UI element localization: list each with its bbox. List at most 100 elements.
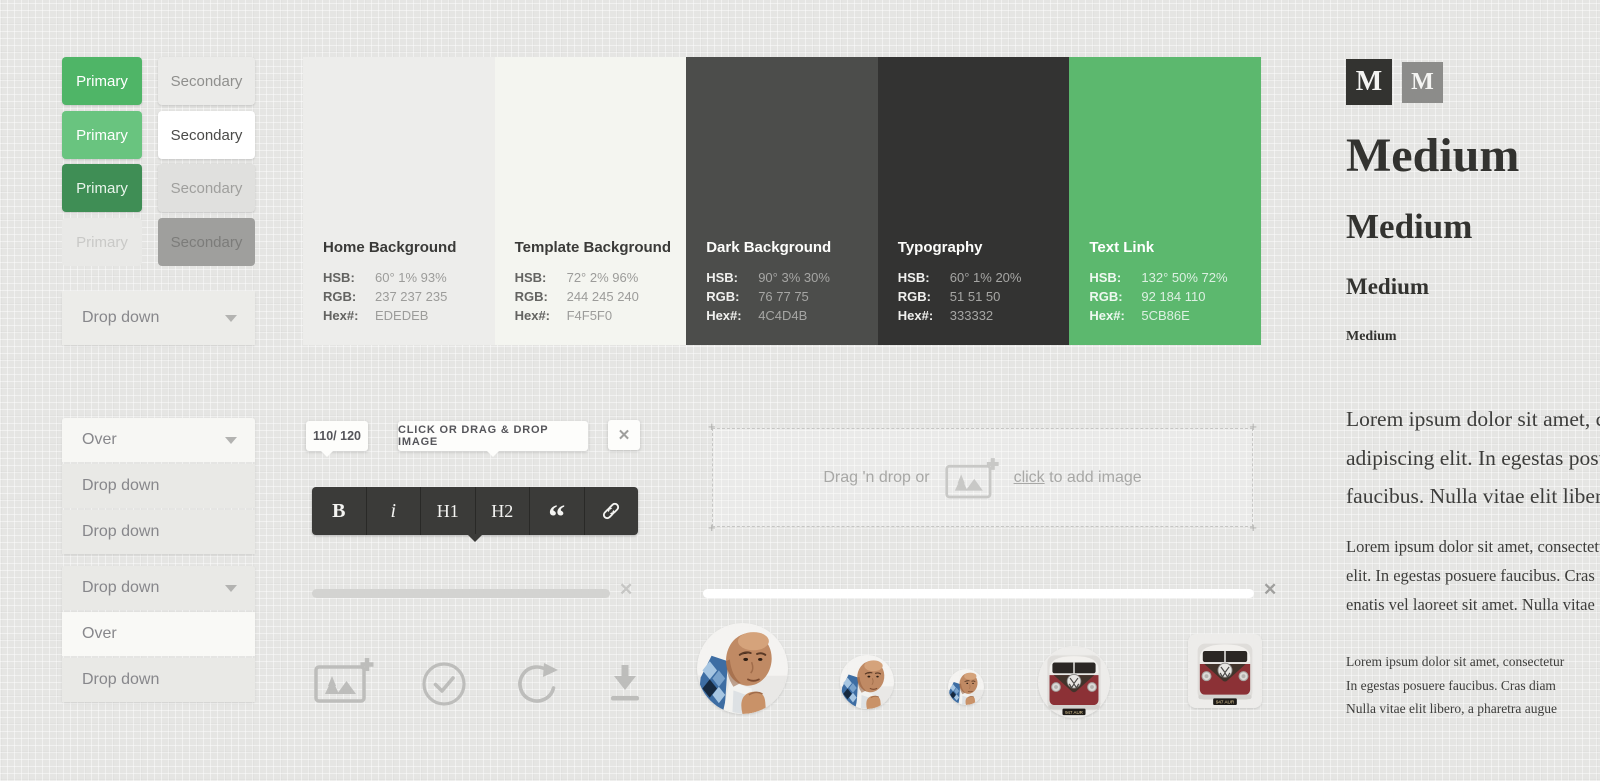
secondary-button-normal[interactable]: Secondary [158,57,255,105]
dropdown-option[interactable]: Drop down [62,510,255,554]
link-button[interactable] [585,487,639,535]
italic-button[interactable]: i [367,487,422,535]
hsb-label: HSB: [898,268,950,287]
text-line: Lorem ipsum dolor sit amet, consectetur [1346,650,1564,674]
logo-letter: M [1356,66,1382,98]
close-button[interactable]: ✕ [608,420,640,450]
rgb-label: RGB: [706,287,758,306]
cancel-upload-button[interactable]: ✕ [619,580,633,600]
body-text-medium: Lorem ipsum dolor sit amet, consectetur … [1346,532,1600,619]
text-line: enatis vel laoreet sit amet. Nulla vitae [1346,590,1600,619]
cancel-upload-button[interactable]: ✕ [1263,580,1277,600]
primary-button-disabled: Primary [62,218,142,266]
chevron-down-icon [225,315,237,322]
text-line: In egestas posuere faucibus. Cras diam [1346,674,1564,698]
upload-progress-bar-green [703,589,1254,598]
primary-button-hover[interactable]: Primary [62,111,142,159]
hsb-label: HSB: [706,268,758,287]
secondary-button-active[interactable]: Secondary [158,164,255,212]
rgb-value: 76 77 75 [758,287,809,306]
thumbnail-round-bus [1038,646,1110,718]
dropdown-label: Drop down [82,309,159,327]
upload-progress-bar-gray [312,589,610,598]
redo-icon [513,661,561,707]
text-line: adipiscing elit. In egestas posuere [1346,439,1600,478]
type-sample-h3: Medium [1346,274,1429,300]
rgb-label: RGB: [898,287,950,306]
dropzone-corner-mark: + [708,523,716,533]
secondary-button-hover[interactable]: Secondary [158,111,255,159]
image-dropzone[interactable]: + + + + Drag 'n drop or click to add ima… [712,428,1253,527]
rgb-value: 92 184 110 [1141,287,1205,306]
primary-button-normal[interactable]: Primary [62,57,142,105]
text-line: faucibus. Nulla vitae elit libero [1346,477,1600,516]
hsb-label: HSB: [323,268,375,287]
bold-button[interactable]: B [312,487,367,535]
rgb-label: RGB: [515,287,567,306]
hsb-value: 72° 2% 96% [567,268,639,287]
text-line: Lorem ipsum dolor sit amet, consectetur [1346,532,1600,561]
chevron-down-icon [225,585,237,592]
confirm-button[interactable] [421,661,467,712]
text-line: elit. In egestas posuere faucibus. Cras [1346,561,1600,590]
dropdown-selected-over[interactable]: Over [62,418,255,462]
progress-fill [703,589,1078,598]
swatch-dark-background: Dark Background HSB:90° 3% 30% RGB:76 77… [686,57,878,345]
rgb-label: RGB: [323,287,375,306]
dropzone-suffix-label: to add image [1049,469,1142,486]
swatch-typography: Typography HSB:60° 1% 20% RGB:51 51 50 H… [878,57,1070,345]
add-image-icon [313,656,375,704]
rgb-value: 237 237 235 [375,287,447,306]
hex-label: Hex#: [898,306,950,325]
swatch-template-background: Template Background HSB:72° 2% 96% RGB:2… [495,57,687,345]
swatch-title: Typography [898,239,1070,256]
heading1-button[interactable]: H1 [421,487,476,535]
dropzone-corner-mark: + [708,422,716,432]
hex-value: F4F5F0 [567,306,613,325]
text-line: Lorem ipsum dolor sit amet, consectetur [1346,400,1600,439]
logo-letter: M [1411,69,1434,96]
text-editor-toolbar: B i H1 H2 “ [312,487,638,535]
dropdown-closed[interactable]: Drop down [62,291,255,345]
type-sample-h4: Medium [1346,329,1397,345]
dropdown-open-hover-item: Drop down Over Drop down [62,566,255,702]
progress-fill [312,589,500,598]
avatar-medium [840,655,894,709]
dropdown-open-hover-top: Over Drop down Drop down [62,418,255,554]
chevron-down-icon [225,437,237,444]
logo-dark: M [1346,59,1392,105]
hsb-value: 90° 3% 30% [758,268,830,287]
dropdown-option-hovered[interactable]: Over [62,612,255,656]
type-sample-h2: Medium [1346,207,1472,247]
counter-tooltip: 110/ 120 [306,421,368,451]
swatch-text-link: Text Link HSB:132° 50% 72% RGB:92 184 11… [1069,57,1261,345]
dropdown-selected[interactable]: Drop down [62,566,255,610]
primary-button-active[interactable]: Primary [62,164,142,212]
secondary-button-disabled: Secondary [158,218,255,266]
click-to-add-link[interactable]: click [1014,469,1045,486]
add-image-button[interactable] [313,656,375,709]
dropdown-option[interactable]: Drop down [62,464,255,508]
upload-image-button[interactable]: CLICK OR DRAG & DROP IMAGE [398,421,588,451]
dropzone-corner-mark: + [1249,523,1257,533]
body-text-large: Lorem ipsum dolor sit amet, consectetur … [1346,400,1600,516]
dropzone-corner-mark: + [1249,422,1257,432]
dropzone-text-suffix: click to add image [1014,469,1142,487]
download-button[interactable] [606,663,644,712]
dropzone-text-prefix: Drag 'n drop or [823,469,929,487]
dropdown-option[interactable]: Drop down [62,658,255,702]
rgb-value: 51 51 50 [950,287,1001,306]
hex-label: Hex#: [323,306,375,325]
heading2-button[interactable]: H2 [476,487,531,535]
link-icon [601,501,621,521]
rgb-value: 244 245 240 [567,287,639,306]
hsb-value: 60° 1% 93% [375,268,447,287]
logo-gray: M [1402,62,1443,103]
redo-button[interactable] [513,661,561,712]
color-swatch-row: Home Background HSB:60° 1% 93% RGB:237 2… [303,57,1261,345]
hex-label: Hex#: [515,306,567,325]
blockquote-button[interactable]: “ [530,487,585,535]
hex-label: Hex#: [1089,306,1141,325]
hex-value: EDEDEB [375,306,428,325]
thumbnail-square-bus [1188,634,1262,708]
